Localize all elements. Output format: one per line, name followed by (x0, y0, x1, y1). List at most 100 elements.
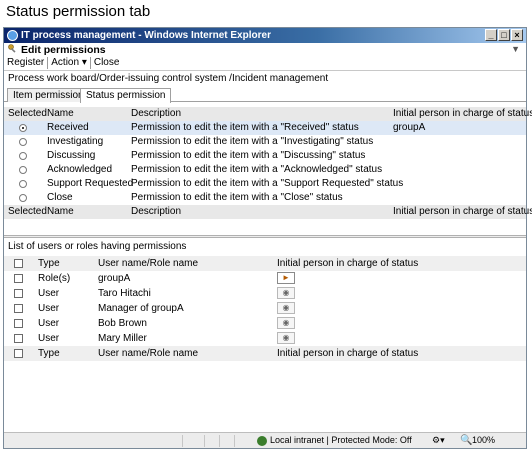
minimize-button[interactable]: _ (485, 29, 497, 41)
table-row[interactable]: User Taro Hitachi ◉ (4, 286, 526, 301)
person-icon[interactable]: ◉ (277, 332, 295, 344)
header-initial: Initial person in charge of status (393, 108, 532, 119)
person-icon[interactable]: ◉ (277, 287, 295, 299)
row-type: User (38, 303, 60, 314)
person-arrow-icon[interactable]: ► (277, 272, 295, 284)
row-name: Taro Hitachi (98, 288, 151, 299)
row-name: Mary Miller (98, 333, 147, 344)
table-row[interactable]: User Mary Miller ◉ (4, 331, 526, 346)
status-name: Close (47, 192, 73, 203)
header-name: Name (47, 108, 74, 119)
row-type: User (38, 318, 60, 329)
row-type: User (38, 288, 60, 299)
app-title: Edit permissions (21, 44, 106, 56)
browser-window: IT process management - Windows Internet… (3, 27, 532, 449)
footer-initial-person: Initial person in charge of status (277, 348, 419, 359)
close-menu[interactable]: Close (91, 57, 123, 69)
table-row[interactable]: User Manager of groupA ◉ (4, 301, 526, 316)
tab-item-permission[interactable]: Item permission (7, 88, 90, 102)
status-radio[interactable] (19, 180, 27, 188)
table-row[interactable]: Acknowledged Permission to edit the item… (4, 163, 526, 177)
chevron-down-icon[interactable]: ▼ (511, 44, 520, 54)
app-header: Edit permissions ▼ (4, 43, 526, 56)
status-description: Permission to edit the item with a "Ackn… (131, 164, 383, 175)
globe-icon (257, 436, 267, 446)
header-type: Type (38, 258, 60, 269)
statusbar-divider (204, 435, 205, 447)
row-name: Manager of groupA (98, 303, 184, 314)
row-type: User (38, 333, 60, 344)
table-row[interactable]: Support Requested Permission to edit the… (4, 177, 526, 191)
permissions-icon (8, 44, 16, 53)
status-description: Permission to edit the item with a "Rece… (131, 122, 359, 133)
status-initial: groupA (393, 122, 426, 133)
tab-bar: Item permission Status permission (4, 87, 526, 103)
status-description: Permission to edit the item with a "Supp… (131, 178, 404, 189)
permissions-label: List of users or roles having permission… (8, 241, 187, 252)
table-row[interactable]: Investigating Permission to edit the ite… (4, 135, 526, 149)
footer-type: Type (38, 348, 60, 359)
status-description: Permission to edit the item with a "Clos… (131, 192, 343, 203)
zoom-level[interactable]: 100% (472, 433, 495, 448)
status-description: Permission to edit the item with a "Inve… (131, 136, 374, 147)
status-name: Support Requested (47, 178, 134, 189)
permissions-table-header: Type User name/Role name Initial person … (4, 256, 526, 271)
tab-status-permission[interactable]: Status permission (80, 88, 172, 103)
row-checkbox[interactable] (14, 319, 23, 328)
statusbar-divider (219, 435, 220, 447)
window-titlebar[interactable]: IT process management - Windows Internet… (4, 28, 526, 43)
action-menu[interactable]: Action ▾ (48, 57, 91, 69)
zoom-icon: 🔍 (460, 435, 473, 446)
table-row[interactable]: User Bob Brown ◉ (4, 316, 526, 331)
status-name: Discussing (47, 150, 96, 161)
menubar: Register Action ▾ Close (4, 57, 122, 69)
row-checkbox[interactable] (14, 334, 23, 343)
row-type: Role(s) (38, 273, 71, 284)
status-radio[interactable] (19, 152, 27, 160)
breadcrumb: Process work board/Order-issuing control… (4, 70, 526, 85)
statusbar-divider (234, 435, 235, 447)
status-radio[interactable] (19, 194, 27, 202)
header-description: Description (131, 108, 182, 119)
person-icon[interactable]: ◉ (277, 302, 295, 314)
person-icon[interactable]: ◉ (277, 317, 295, 329)
status-name: Received (47, 122, 89, 133)
footer-selected: Selected (8, 206, 47, 217)
window-title: IT process management - Windows Internet… (21, 30, 271, 41)
row-checkbox[interactable] (14, 304, 23, 313)
row-name: groupA (98, 273, 131, 284)
row-checkbox[interactable] (14, 274, 23, 283)
status-table: Selected Name Description Initial person… (4, 107, 532, 219)
row-checkbox[interactable] (14, 289, 23, 298)
page-caption: Status permission tab (6, 3, 151, 20)
ie-icon (7, 30, 18, 41)
status-radio[interactable] (19, 166, 27, 174)
security-zone[interactable]: Local intranet | Protected Mode: Off (270, 433, 412, 448)
status-table-footer: Selected Name Description Initial person… (4, 205, 532, 219)
header-initial-person: Initial person in charge of status (277, 258, 419, 269)
status-name: Acknowledged (47, 164, 113, 175)
select-all-checkbox-footer[interactable] (14, 349, 23, 358)
status-radio[interactable] (19, 138, 27, 146)
protected-mode-icon[interactable]: ⚙▾ (432, 433, 445, 448)
footer-initial: Initial person in charge of status (393, 206, 532, 217)
header-user-role-name: User name/Role name (98, 258, 199, 269)
footer-description: Description (131, 206, 182, 217)
table-row[interactable]: Received Permission to edit the item wit… (4, 121, 526, 135)
header-selected: Selected (8, 108, 47, 119)
register-menu[interactable]: Register (4, 57, 49, 69)
select-all-checkbox[interactable] (14, 259, 23, 268)
status-table-header: Selected Name Description Initial person… (4, 107, 532, 121)
browser-statusbar: Local intranet | Protected Mode: Off ⚙▾ … (4, 432, 526, 448)
table-row[interactable]: Discussing Permission to edit the item w… (4, 149, 526, 163)
status-name: Investigating (47, 136, 104, 147)
statusbar-divider (182, 435, 183, 447)
status-radio[interactable] (19, 124, 27, 132)
row-name: Bob Brown (98, 318, 147, 329)
maximize-button[interactable]: □ (498, 29, 510, 41)
table-row[interactable]: Close Permission to edit the item with a… (4, 191, 526, 205)
pane-splitter[interactable] (4, 235, 526, 238)
table-row[interactable]: Role(s) groupA ► (4, 271, 526, 286)
close-window-button[interactable]: × (511, 29, 523, 41)
permissions-table: Type User name/Role name Initial person … (4, 256, 526, 361)
